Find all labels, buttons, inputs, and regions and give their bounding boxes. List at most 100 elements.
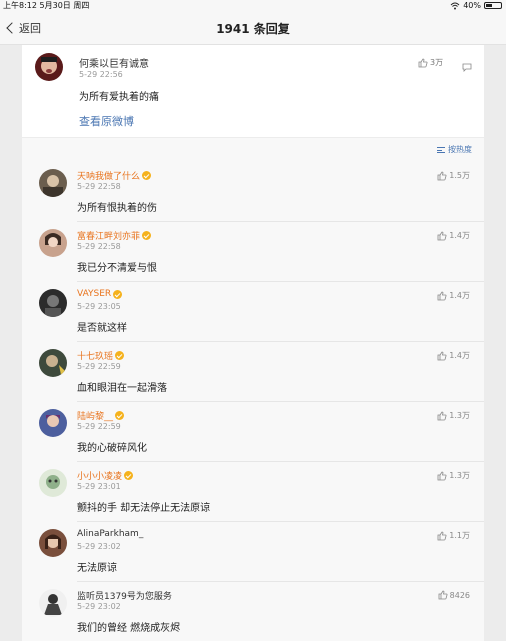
- list-item: 监听员1379号为您服务 5-29 23:02 我们的曾经 燃烧成灰烬 8426: [22, 582, 484, 641]
- comment-author-name: 监听员1379号为您服务: [77, 592, 172, 602]
- list-item: 天呐我做了什么 5-29 22:58 为所有恨执着的伤 1.5万: [22, 162, 484, 222]
- comment-author-name: 陆屿黎__: [77, 412, 114, 422]
- comment-like-button[interactable]: 1.1万: [437, 530, 470, 541]
- comment-text: 是否就这样: [77, 323, 127, 334]
- avatar[interactable]: [39, 589, 67, 617]
- comment-author[interactable]: VAYSER: [77, 289, 123, 299]
- comment-text: 为所有恨执着的伤: [77, 203, 157, 214]
- comment-author[interactable]: AlinaParkham_: [77, 529, 143, 539]
- comment-author[interactable]: 陆屿黎__: [77, 409, 125, 422]
- original-timestamp: 5-29 22:56: [79, 70, 123, 79]
- status-bar: 上午8:12 5月30日 周四 40%: [0, 0, 506, 11]
- vip-badge-icon: [142, 171, 152, 180]
- comment-like-button[interactable]: 1.5万: [437, 170, 470, 181]
- comment-like-count: 1.1万: [449, 531, 470, 540]
- sort-row: 按热度: [22, 138, 484, 162]
- comment-timestamp: 5-29 23:01: [77, 482, 121, 491]
- comment-author[interactable]: 监听员1379号为您服务: [77, 589, 172, 602]
- original-comment-button[interactable]: [462, 57, 472, 76]
- original-like-count: 3万: [430, 58, 444, 67]
- comment-author[interactable]: 小小小凌凌: [77, 469, 134, 482]
- replies-panel: 按热度 天呐我做了什么 5-29 22:58 为所有恨执着的伤 1.5万 富春江…: [22, 138, 484, 641]
- avatar[interactable]: [39, 469, 67, 497]
- thumbs-up-icon: [437, 531, 447, 540]
- comment-timestamp: 5-29 22:59: [77, 422, 121, 431]
- avatar[interactable]: [39, 169, 67, 197]
- comment-text: 我们的曾经 燃烧成灰烬: [77, 623, 181, 634]
- status-time: 上午8:12: [3, 1, 37, 10]
- thumbs-up-icon: [438, 590, 448, 600]
- avatar[interactable]: [39, 229, 67, 257]
- list-item: 十七玖瑶 5-29 22:59 血和眼泪在一起滑落 1.4万: [22, 342, 484, 402]
- sort-icon: [437, 146, 445, 153]
- list-item: 富春江畔刘亦菲 5-29 22:58 我已分不清爱与恨 1.4万: [22, 222, 484, 282]
- comment-text: 我已分不清爱与恨: [77, 263, 157, 274]
- comment-icon: [462, 63, 472, 72]
- comment-like-button[interactable]: 1.3万: [437, 470, 470, 481]
- comment-like-button[interactable]: 8426: [438, 590, 470, 600]
- list-item: 小小小凌凌 5-29 23:01 颤抖的手 却无法停止无法原谅 1.3万: [22, 462, 484, 522]
- comment-author-name: AlinaParkham_: [77, 529, 144, 539]
- comment-like-count: 8426: [449, 590, 470, 600]
- vip-badge-icon: [115, 411, 125, 420]
- comment-author[interactable]: 富春江畔刘亦菲: [77, 229, 152, 242]
- comment-author[interactable]: 天呐我做了什么: [77, 169, 152, 182]
- comment-text: 无法原谅: [77, 563, 117, 574]
- list-item: VAYSER 5-29 23:05 是否就这样 1.4万: [22, 282, 484, 342]
- battery-percent: 40%: [463, 1, 481, 10]
- comment-like-count: 1.3万: [449, 471, 470, 480]
- wifi-icon: [450, 2, 460, 9]
- avatar[interactable]: [35, 53, 63, 81]
- comment-like-count: 1.4万: [449, 291, 470, 300]
- view-original-link[interactable]: 查看原微博: [79, 113, 134, 129]
- nav-bar: 返回 1941 条回复: [0, 11, 506, 45]
- comment-timestamp: 5-29 23:02: [77, 542, 121, 551]
- status-time-date: 上午8:12 5月30日 周四: [3, 0, 89, 11]
- thumbs-up-icon: [437, 171, 447, 180]
- original-post-card: 何乘以巨有诚意 5-29 22:56 为所有爱执着的痛 查看原微博 3万: [22, 45, 484, 137]
- thumbs-up-icon: [437, 351, 447, 360]
- original-like-button[interactable]: 3万: [418, 57, 443, 68]
- avatar[interactable]: [39, 529, 67, 557]
- vip-badge-icon: [142, 231, 152, 240]
- thumbs-up-icon: [418, 58, 428, 67]
- comment-author[interactable]: 十七玖瑶: [77, 349, 125, 362]
- thumbs-up-icon: [437, 411, 447, 420]
- sort-by-heat-button[interactable]: 按热度: [437, 144, 472, 155]
- thumbs-up-icon: [437, 291, 447, 300]
- vip-badge-icon: [124, 471, 134, 480]
- comment-timestamp: 5-29 22:58: [77, 242, 121, 251]
- comment-author-name: 天呐我做了什么: [77, 172, 141, 182]
- sort-label: 按热度: [448, 145, 472, 154]
- comment-author-name: 十七玖瑶: [77, 352, 114, 362]
- comment-like-button[interactable]: 1.4万: [437, 230, 470, 241]
- original-author-name[interactable]: 何乘以巨有诚意: [79, 55, 149, 70]
- comment-like-count: 1.4万: [449, 231, 470, 240]
- comment-text: 颤抖的手 却无法停止无法原谅: [77, 503, 211, 514]
- comment-author-name: VAYSER: [77, 289, 112, 299]
- comment-like-button[interactable]: 1.4万: [437, 290, 470, 301]
- thumbs-up-icon: [437, 231, 447, 240]
- avatar[interactable]: [39, 409, 67, 437]
- status-date: 5月30日 周四: [39, 1, 90, 10]
- comment-like-count: 1.5万: [449, 171, 470, 180]
- comment-author-name: 富春江畔刘亦菲: [77, 232, 141, 242]
- comment-text: 我的心破碎风化: [77, 443, 147, 454]
- comment-like-button[interactable]: 1.3万: [437, 410, 470, 421]
- vip-badge-icon: [115, 351, 125, 360]
- page-title: 1941 条回复: [216, 22, 290, 36]
- comment-timestamp: 5-29 23:02: [77, 602, 121, 611]
- avatar[interactable]: [39, 289, 67, 317]
- comment-like-button[interactable]: 1.4万: [437, 350, 470, 361]
- battery-icon: [484, 2, 502, 9]
- thumbs-up-icon: [437, 471, 447, 480]
- status-indicators: 40%: [450, 0, 502, 11]
- original-text: 为所有爱执着的痛: [79, 92, 159, 103]
- comment-timestamp: 5-29 23:05: [77, 302, 121, 311]
- list-item: 陆屿黎__ 5-29 22:59 我的心破碎风化 1.3万: [22, 402, 484, 462]
- comment-author-name: 小小小凌凌: [77, 472, 123, 482]
- avatar[interactable]: [39, 349, 67, 377]
- comment-like-count: 1.3万: [449, 411, 470, 420]
- list-item: AlinaParkham_ 5-29 23:02 无法原谅 1.1万: [22, 522, 484, 582]
- comment-timestamp: 5-29 22:58: [77, 182, 121, 191]
